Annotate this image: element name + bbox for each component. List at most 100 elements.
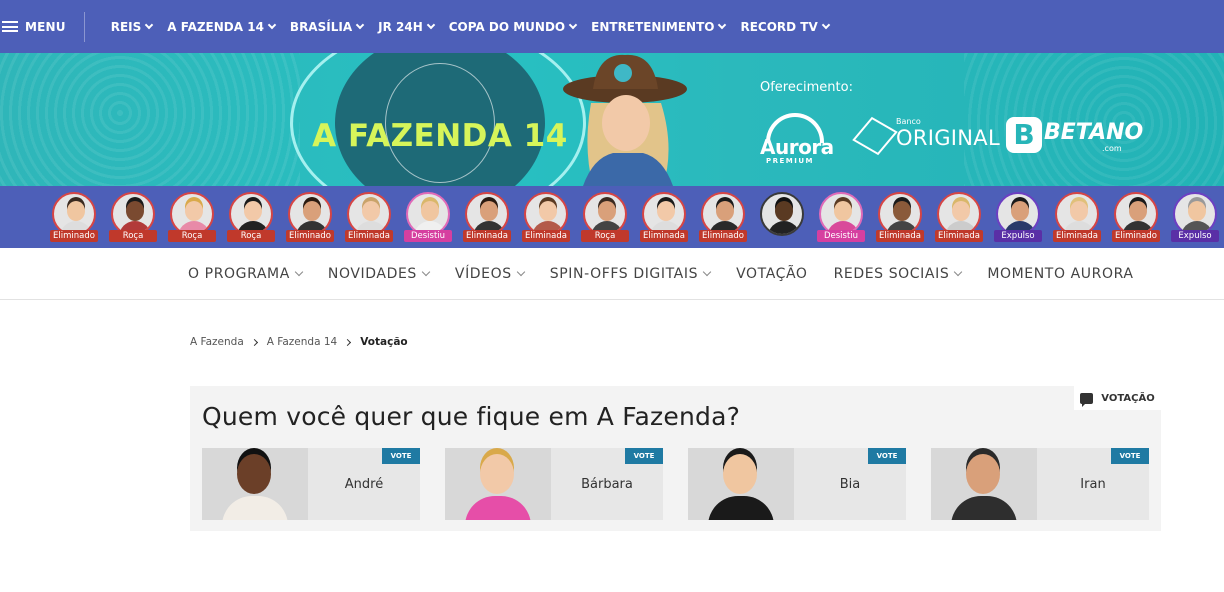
participant-head: [126, 201, 144, 221]
participant-avatar[interactable]: Desistiu: [404, 192, 452, 244]
participant-head: [303, 201, 321, 221]
topnav-item-label: BRASÍLIA: [289, 19, 353, 34]
hamburger-icon: [2, 21, 18, 32]
participant-head: [67, 201, 85, 221]
participant-avatar[interactable]: Expulso: [994, 192, 1042, 244]
subnav-item-vota-o[interactable]: VOTAÇÃO: [736, 266, 807, 282]
participant-avatar[interactable]: Eliminada: [345, 192, 393, 244]
show-banner[interactable]: A FAZENDA 14 Oferecimento: Aurora PREMIU…: [0, 53, 1224, 186]
topnav-item-entretenimento[interactable]: ENTRETENIMENTO: [591, 19, 727, 34]
menu-label: MENU: [25, 19, 66, 34]
topnav-item-a-fazenda-14[interactable]: A FAZENDA 14: [167, 19, 277, 34]
cube-icon: [852, 116, 898, 156]
topnav-item-brasilia[interactable]: BRASÍLIA: [289, 19, 365, 34]
participant-avatar[interactable]: Eliminado: [699, 192, 747, 244]
topnav-item-label: ENTRETENIMENTO: [591, 19, 715, 34]
topnav-item-label: COPA DO MUNDO: [448, 19, 566, 34]
participant-head: [244, 201, 262, 221]
subnav-item-novidades[interactable]: NOVIDADES: [328, 266, 431, 282]
participant-avatar[interactable]: Eliminada: [522, 192, 570, 244]
topnav-item-jr-24h[interactable]: JR 24H: [378, 19, 435, 34]
candidate-head: [480, 454, 514, 494]
participant-status-badge: Roça: [109, 230, 157, 242]
participant-head: [185, 201, 203, 221]
participant-avatar[interactable]: Eliminado: [286, 192, 334, 244]
participants-strip: Eliminado Roça Roça Roça Eliminado Eliminada D…: [0, 186, 1224, 248]
subnav-item-redes-sociais[interactable]: REDES SOCIAIS: [834, 266, 963, 282]
candidate-photo: [202, 448, 308, 520]
participant-status-badge: Eliminada: [463, 230, 511, 242]
topnav-item-reis[interactable]: REIS: [110, 19, 154, 34]
participant-avatar[interactable]: Roça: [581, 192, 629, 244]
participant-head: [362, 201, 380, 221]
participant-avatar[interactable]: Roça: [109, 192, 157, 244]
topnav-item-label: JR 24H: [378, 19, 423, 34]
vote-button[interactable]: VOTE: [1111, 448, 1149, 464]
participant-avatar[interactable]: Eliminada: [1053, 192, 1101, 244]
subnav-item-momento-aurora[interactable]: MOMENTO AURORA: [987, 266, 1133, 282]
participant-status-badge: Eliminado: [50, 230, 98, 242]
participant-avatar[interactable]: Eliminada: [463, 192, 511, 244]
host-image: [563, 54, 687, 186]
participant-avatar[interactable]: Eliminado: [50, 192, 98, 244]
chevron-down-icon: [954, 267, 963, 276]
participant-head: [1011, 201, 1029, 221]
poll-title: Quem você quer que fique em A Fazenda?: [202, 402, 741, 431]
topnav-item-record-tv[interactable]: RECORD TV: [740, 20, 831, 34]
vote-button[interactable]: VOTE: [868, 448, 906, 464]
participant-head: [775, 201, 793, 221]
participant-avatar[interactable]: Expulso: [1171, 192, 1219, 244]
participant-status-badge: Expulso: [994, 230, 1042, 242]
candidate-card[interactable]: Iran VOTE: [931, 448, 1149, 520]
chevron-down-icon: [568, 20, 578, 29]
chevron-down-icon: [426, 20, 435, 29]
original-name: ORIGINAL: [896, 126, 1000, 150]
participant-avatar[interactable]: Roça: [227, 192, 275, 244]
vote-button[interactable]: VOTE: [382, 448, 420, 464]
subnav-item-v-deos[interactable]: VÍDEOS: [454, 265, 525, 282]
vote-button[interactable]: VOTE: [625, 448, 663, 464]
candidate-head: [237, 454, 271, 494]
poll-tag: VOTAÇÃO: [1074, 386, 1161, 410]
participant-status-badge: Roça: [168, 230, 216, 242]
topnav-item-label: A FAZENDA 14: [167, 19, 264, 34]
candidate-photo: [931, 448, 1037, 520]
participant-head: [1129, 201, 1147, 221]
participant-avatar[interactable]: Eliminada: [640, 192, 688, 244]
breadcrumb: A Fazenda A Fazenda 14 Votação: [190, 336, 408, 348]
breadcrumb-link[interactable]: A Fazenda: [190, 336, 244, 348]
participant-avatar[interactable]: Eliminado: [1112, 192, 1160, 244]
breadcrumb-link[interactable]: A Fazenda 14: [267, 336, 337, 348]
chevron-down-icon: [267, 20, 277, 29]
betano-domain: .com: [1102, 144, 1122, 153]
participant-status-badge: Eliminada: [935, 230, 983, 242]
participant-avatar[interactable]: [758, 192, 806, 244]
subnav-item-label: MOMENTO AURORA: [987, 265, 1134, 282]
candidate-photo: [445, 448, 551, 520]
participant-avatar[interactable]: Eliminada: [876, 192, 924, 244]
program-subnav: O PROGRAMA NOVIDADES VÍDEOS SPIN-OFFS DIGIT…: [0, 248, 1224, 300]
candidate-head: [723, 454, 757, 494]
subnav-item-spin-offs-digitais[interactable]: SPIN-OFFS DIGITAIS: [550, 266, 712, 282]
subnav-item-label: VÍDEOS: [454, 265, 512, 282]
topnav-item-copa-do-mundo[interactable]: COPA DO MUNDO: [448, 19, 578, 34]
participant-photo: [760, 192, 804, 236]
subnav-item-label: VOTAÇÃO: [736, 265, 808, 282]
candidate-card[interactable]: André VOTE: [202, 448, 420, 520]
topnav-item-label: REIS: [110, 19, 142, 34]
menu-button[interactable]: MENU: [0, 11, 85, 42]
participant-head: [1188, 201, 1206, 221]
chevron-down-icon: [421, 267, 431, 276]
participant-avatar[interactable]: Roça: [168, 192, 216, 244]
show-logo-text: A FAZENDA 14: [312, 118, 568, 154]
topnav-items: REIS A FAZENDA 14 BRASÍLIA JR 24H COPA D…: [111, 20, 844, 34]
candidate-card[interactable]: Bia VOTE: [688, 448, 906, 520]
participant-avatar[interactable]: Desistiu: [817, 192, 865, 244]
aurora-name: Aurora: [760, 135, 834, 159]
candidate-card[interactable]: Bárbara VOTE: [445, 448, 663, 520]
participant-avatar[interactable]: Eliminada: [935, 192, 983, 244]
participant-head: [834, 201, 852, 221]
betano-mark-icon: B: [1006, 117, 1042, 153]
candidate-photo: [688, 448, 794, 520]
subnav-item-o-programa[interactable]: O PROGRAMA: [188, 266, 304, 282]
